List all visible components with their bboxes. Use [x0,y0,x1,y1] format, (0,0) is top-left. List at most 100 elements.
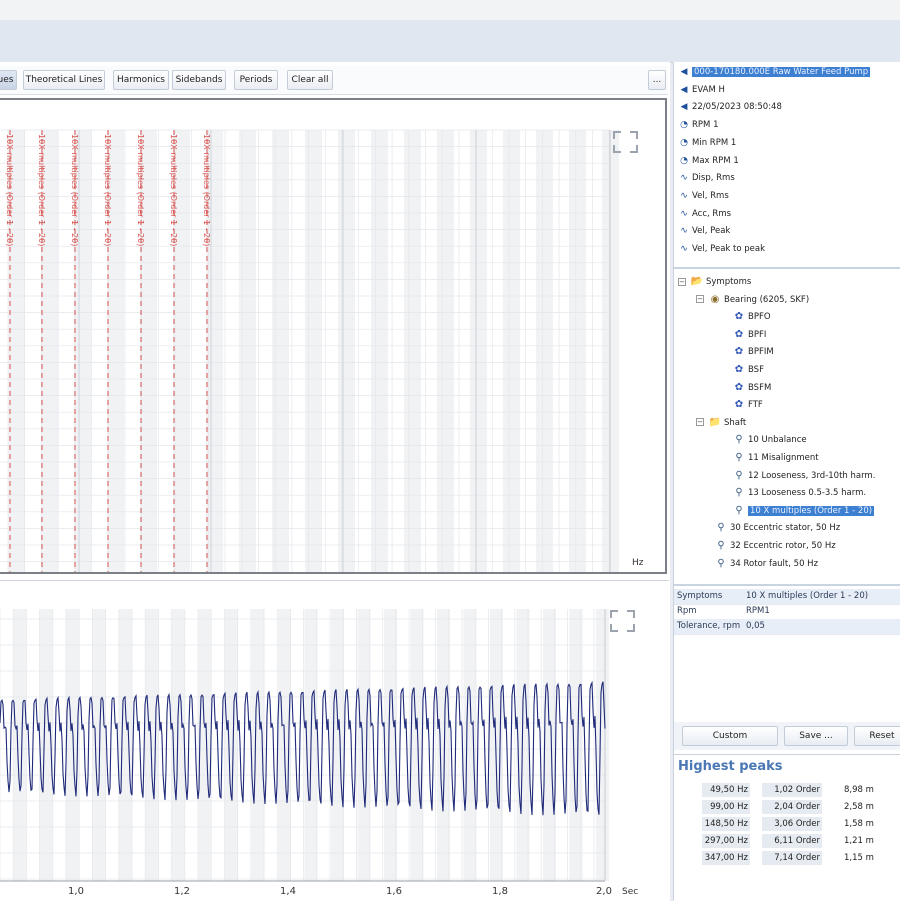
tree-item[interactable]: ⚲ 32 Eccentric rotor, 50 Hz [714,537,835,554]
harmonic-marker-label: 10X multiples (Order 1 - 20) [202,134,211,246]
property-value[interactable]: 0,05 [746,619,765,634]
info-item[interactable]: ∿ Acc, Rms [678,206,731,222]
bearing-freq-icon: ✿ [734,311,744,323]
expand-icon[interactable] [610,610,635,632]
peak-frequency: 347,00 Hz [702,851,750,865]
info-item[interactable]: ∿ Vel, Peak [678,223,730,239]
waveform-x-tick: 2,0 [596,886,612,897]
info-item-label: Vel, Peak to peak [692,244,766,254]
tree-item-label: Bearing (6205, SKF) [724,294,810,305]
tree-item[interactable]: ✿ BSF [732,361,764,378]
tree-item[interactable]: − 📁 Shaft [696,414,746,431]
info-item[interactable]: ◔ RPM 1 [678,117,718,133]
info-item[interactable]: ∿ Vel, Rms [678,188,729,204]
harmonic-marker-label: 10X multiples (Order 1 - 20) [5,134,14,246]
tree-item[interactable]: ✿ BPFIM [732,343,774,360]
tree-item-label: 11 Misalignment [748,453,819,463]
tree-item[interactable]: ⚲ 10 Unbalance [732,431,806,448]
waveform-x-tick: 1,2 [174,886,190,897]
ribbon-bar [0,20,900,63]
tree-item[interactable]: − 📂 Symptoms [678,273,751,290]
info-item[interactable]: ∿ Disp, Rms [678,170,735,186]
waveform-x-tick: 1,0 [68,886,84,897]
info-item[interactable]: ∿ Vel, Peak to peak [678,241,765,257]
info-item-label: RPM 1 [692,120,719,131]
tree-item[interactable]: ✿ FTF [732,396,763,413]
tree-item[interactable]: − ◉ Bearing (6205, SKF) [696,291,809,308]
magnifier-icon: ⚲ [717,522,725,534]
rpm-icon: ◔ [680,155,688,166]
property-row[interactable]: Rpm RPM1 [674,604,900,620]
tree-item[interactable]: ⚲ 34 Rotor fault, 50 Hz [714,555,818,572]
highest-peaks-panel: Highest peaks 49,50 Hz 1,02 Order 8,98 m 99… [674,754,900,901]
harmonic-marker-label: 10X multiples (Order 1 - 20) [136,134,145,246]
sidebands-button[interactable]: Sidebands [172,70,226,90]
waveform-x-tick: 1,8 [492,886,508,897]
magnifier-icon: ⚲ [735,469,743,481]
property-row[interactable]: Tolerance, rpm 0,05 [674,619,900,635]
waveform-trace [0,680,606,816]
periods-button[interactable]: Periods [234,70,278,90]
tree-item-label: 34 Rotor fault, 50 Hz [730,558,819,569]
property-value[interactable]: 10 X multiples (Order 1 - 20) [746,589,868,604]
property-key: Tolerance, rpm [677,621,741,631]
grid-band [490,609,503,881]
peak-order: 2,04 Order [762,800,822,814]
spectrum-chart[interactable]: 10X multiples (Order 1 - 20) 10X multiple… [0,98,667,574]
info-item[interactable]: ◀ 22/05/2023 08:50:48 [678,99,782,115]
grid-band [172,609,185,881]
info-item[interactable]: ◀ EVAM H [678,82,725,98]
waveform-chart[interactable]: 1,0 1,2 1,4 1,6 1,8 2,0 Sec [0,580,669,901]
property-row[interactable]: Symptoms 10 X multiples (Order 1 - 20) [674,589,900,605]
harmonic-marker-label: 10X multiples (Order 1 - 20) [103,134,112,246]
properties-grid: Symptoms 10 X multiples (Order 1 - 20) Rpm… [674,587,900,717]
save-button[interactable]: Save ... [784,726,848,746]
clear-all-button[interactable]: Clear all [287,70,333,90]
folder-icon: 📂 [690,276,704,287]
wave-icon: ∿ [680,190,688,201]
wave-icon: ∿ [680,173,688,184]
tree-item[interactable]: ⚲ 13 Looseness 0.5-3.5 harm. [732,484,866,501]
collapse-toggle-icon[interactable]: − [696,295,704,304]
collapse-toggle-icon[interactable]: − [678,277,686,286]
tree-item[interactable]: ⚲ 30 Eccentric stator, 50 Hz [714,519,840,536]
info-item[interactable]: ◔ Min RPM 1 [678,135,736,151]
tree-item[interactable]: ✿ BSFM [732,379,772,396]
peak-row: 148,50 Hz 3,06 Order 1,58 m [674,817,900,831]
tree-item-label: BPFI [748,329,767,340]
peak-order: 6,11 Order [762,834,822,848]
info-item[interactable]: ◔ Max RPM 1 [678,153,739,169]
tree-item[interactable]: ⚲ 10 X multiples (Order 1 - 20) [732,502,875,519]
collapse-toggle-icon[interactable]: − [696,418,704,427]
wave-icon: ∿ [680,226,688,237]
waveform-plot[interactable]: 1,0 1,2 1,4 1,6 1,8 2,0 Sec [0,581,669,901]
custom-button[interactable]: Custom [682,726,778,746]
tree-item[interactable]: ✿ BPFO [732,308,771,325]
symptom-actions: Custom Save ... Reset [674,722,900,750]
grid-band [119,609,132,881]
peak-order: 1,02 Order [762,783,822,797]
magnifier-icon: ⚲ [735,504,743,516]
peak-row: 99,00 Hz 2,04 Order 2,58 m [674,800,900,814]
tree-item[interactable]: ⚲ 12 Looseness, 3rd-10th harm. [732,467,875,484]
more-options-button[interactable]: ... [648,70,666,90]
magnifier-icon: ⚲ [717,557,725,569]
left-triangle-icon: ◀ [680,67,688,77]
peak-amplitude: 1,21 m [844,836,874,846]
tree-item[interactable]: ⚲ 11 Misalignment [732,449,819,466]
spectrum-plot[interactable]: 10X multiples (Order 1 - 20) 10X multiple… [0,100,665,572]
info-item[interactable]: ◀ 000-170180.000E Raw Water Feed Pump [678,64,871,80]
tree-item-label: 30 Eccentric stator, 50 Hz [730,523,841,534]
theoretical-lines-button[interactable]: Theoretical Lines [23,70,105,90]
property-value[interactable]: RPM1 [746,604,770,619]
harmonics-button[interactable]: Harmonics [113,70,169,90]
tree-item-label: BSF [748,365,764,375]
tree-item[interactable]: ✿ BPFI [732,326,767,343]
peak-frequency: 297,00 Hz [702,834,750,848]
toolbar-button-values[interactable]: ues [0,70,17,90]
rpm-icon: ◔ [680,137,688,148]
folder-icon: 📁 [708,416,722,428]
waveform-x-unit: Sec [622,887,638,897]
peak-amplitude: 2,58 m [844,802,874,812]
reset-button[interactable]: Reset [854,726,900,746]
